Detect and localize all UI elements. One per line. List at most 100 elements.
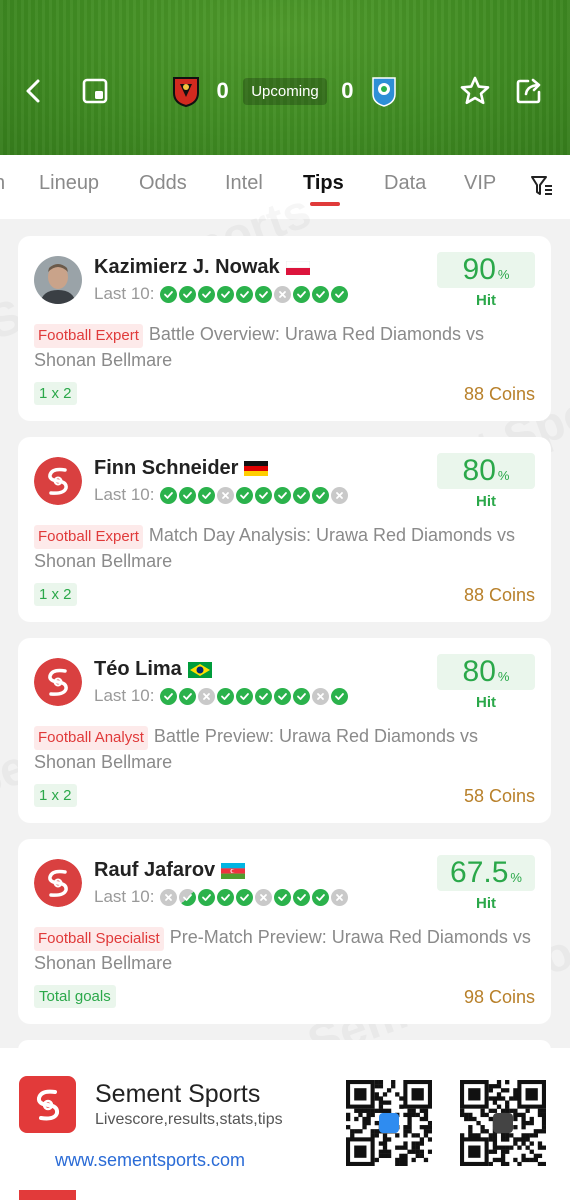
back-button[interactable]	[14, 72, 52, 110]
last-ten-record: Last 10:	[94, 887, 348, 907]
hit-label: Hit	[476, 895, 496, 912]
hit-rate-value: 67.5	[450, 856, 509, 889]
app-store-qr-code[interactable]	[346, 1080, 433, 1167]
expert-role-tag: Football Analyst	[34, 726, 148, 750]
tip-price[interactable]: 58 Coins	[464, 786, 535, 807]
home-team-crest[interactable]	[170, 75, 202, 107]
brazil-flag-icon	[187, 661, 212, 678]
loss-result-icon	[330, 486, 348, 504]
active-tab-indicator	[310, 202, 340, 206]
win-result-icon	[254, 486, 272, 504]
expert-avatar[interactable]	[34, 457, 82, 505]
scoreboard: 0 Upcoming 0	[170, 72, 400, 110]
sement-logo-icon	[34, 457, 82, 505]
tab-lineup[interactable]: Lineup	[39, 172, 99, 195]
expert-name: Téo Lima	[94, 658, 182, 680]
tip-card[interactable]: Rauf Jafarov Last 10: 67.5% Hit Football Spe…	[18, 839, 551, 1024]
hit-rate-value: 90	[462, 253, 496, 286]
away-team-crest[interactable]	[368, 75, 400, 107]
last-ten-record: Last 10:	[94, 686, 348, 706]
tab-intel[interactable]: Intel	[225, 172, 263, 195]
win-result-icon	[292, 285, 310, 303]
tip-price[interactable]: 98 Coins	[464, 987, 535, 1008]
pip-button[interactable]	[76, 72, 114, 110]
win-result-icon	[311, 888, 329, 906]
expert-name-row[interactable]: Téo Lima	[94, 658, 212, 681]
hit-rate-badge: 90%	[437, 252, 535, 288]
win-result-icon	[330, 285, 348, 303]
expert-avatar[interactable]	[34, 256, 82, 304]
expert-avatar[interactable]	[34, 859, 82, 907]
match-header: 0 Upcoming 0	[0, 0, 570, 155]
last-ten-record: Last 10:	[94, 485, 348, 505]
last-ten-label: Last 10:	[94, 284, 155, 303]
tab-vip[interactable]: VIP	[464, 172, 496, 195]
app-website-link[interactable]: www.sementsports.com	[55, 1150, 245, 1171]
market-tag: 1 x 2	[34, 583, 77, 606]
hit-rate-unit: %	[497, 468, 510, 483]
win-result-icon	[292, 486, 310, 504]
favorite-button[interactable]	[456, 72, 494, 110]
tab-partial[interactable]: n	[0, 172, 5, 195]
sement-logo-icon	[34, 658, 82, 706]
shonan-crest-icon	[372, 77, 396, 107]
win-result-icon	[197, 486, 215, 504]
win-result-icon	[292, 888, 310, 906]
expert-name: Finn Schneider	[94, 457, 239, 479]
loss-result-icon	[311, 687, 329, 705]
win-result-icon	[235, 486, 253, 504]
win-result-icon	[254, 687, 272, 705]
share-icon	[516, 78, 541, 104]
last-ten-label: Last 10:	[94, 686, 155, 705]
filter-button[interactable]	[530, 174, 554, 203]
tip-description[interactable]: Football Analyst Battle Preview: Urawa Re…	[34, 724, 534, 774]
last-ten-label: Last 10:	[94, 485, 155, 504]
loss-result-icon	[273, 285, 291, 303]
qr-code-icon	[346, 1080, 433, 1167]
hit-label: Hit	[476, 292, 496, 309]
win-result-icon	[311, 285, 329, 303]
expert-name-row[interactable]: Rauf Jafarov	[94, 859, 246, 882]
expert-photo-avatar	[34, 256, 82, 304]
tip-card[interactable]: Téo Lima Last 10: 80% Hit Football Analyst Ba…	[18, 638, 551, 823]
tip-description[interactable]: Football Expert Match Day Analysis: Urawa…	[34, 523, 534, 573]
last-ten-label: Last 10:	[94, 887, 155, 906]
expert-name-row[interactable]: Finn Schneider	[94, 457, 269, 480]
hit-rate-badge: 80%	[437, 453, 535, 489]
win-result-icon	[292, 687, 310, 705]
tip-card[interactable]: Finn Schneider Last 10: 80% Hit Football Exp…	[18, 437, 551, 622]
banner-peek	[0, 1190, 570, 1200]
hit-rate-value: 80	[462, 454, 496, 487]
market-tag: 1 x 2	[34, 784, 77, 807]
tip-card[interactable]: Kazimierz J. Nowak Last 10: 90% Hit Football…	[18, 236, 551, 421]
tab-tips[interactable]: Tips	[303, 172, 344, 195]
win-result-icon	[197, 285, 215, 303]
tip-description[interactable]: Football Expert Battle Overview: Urawa Re…	[34, 322, 534, 372]
tip-price[interactable]: 88 Coins	[464, 384, 535, 405]
star-icon	[460, 76, 490, 105]
expert-avatar[interactable]	[34, 658, 82, 706]
expert-role-tag: Football Expert	[34, 525, 143, 549]
win-result-icon	[273, 486, 291, 504]
tip-description[interactable]: Football Specialist Pre-Match Preview: Ur…	[34, 925, 534, 975]
expert-name-row[interactable]: Kazimierz J. Nowak	[94, 256, 310, 279]
win-result-icon	[216, 687, 234, 705]
app-logo[interactable]	[19, 1076, 76, 1133]
poland-flag-icon	[285, 260, 310, 275]
win-result-icon	[273, 687, 291, 705]
tip-price[interactable]: 88 Coins	[464, 585, 535, 606]
win-result-icon	[216, 285, 234, 303]
window-icon	[82, 78, 108, 104]
win-result-icon	[178, 687, 196, 705]
tab-odds[interactable]: Odds	[139, 172, 187, 195]
hit-label: Hit	[476, 694, 496, 711]
hit-rate-badge: 67.5%	[437, 855, 535, 891]
win-result-icon	[159, 285, 177, 303]
sement-logo-icon	[34, 859, 82, 907]
urawa-crest-icon	[173, 77, 199, 107]
share-button[interactable]	[510, 72, 548, 110]
back-icon	[26, 79, 40, 103]
win-result-icon	[216, 888, 234, 906]
tab-data[interactable]: Data	[384, 172, 426, 195]
android-qr-code[interactable]	[460, 1080, 547, 1167]
